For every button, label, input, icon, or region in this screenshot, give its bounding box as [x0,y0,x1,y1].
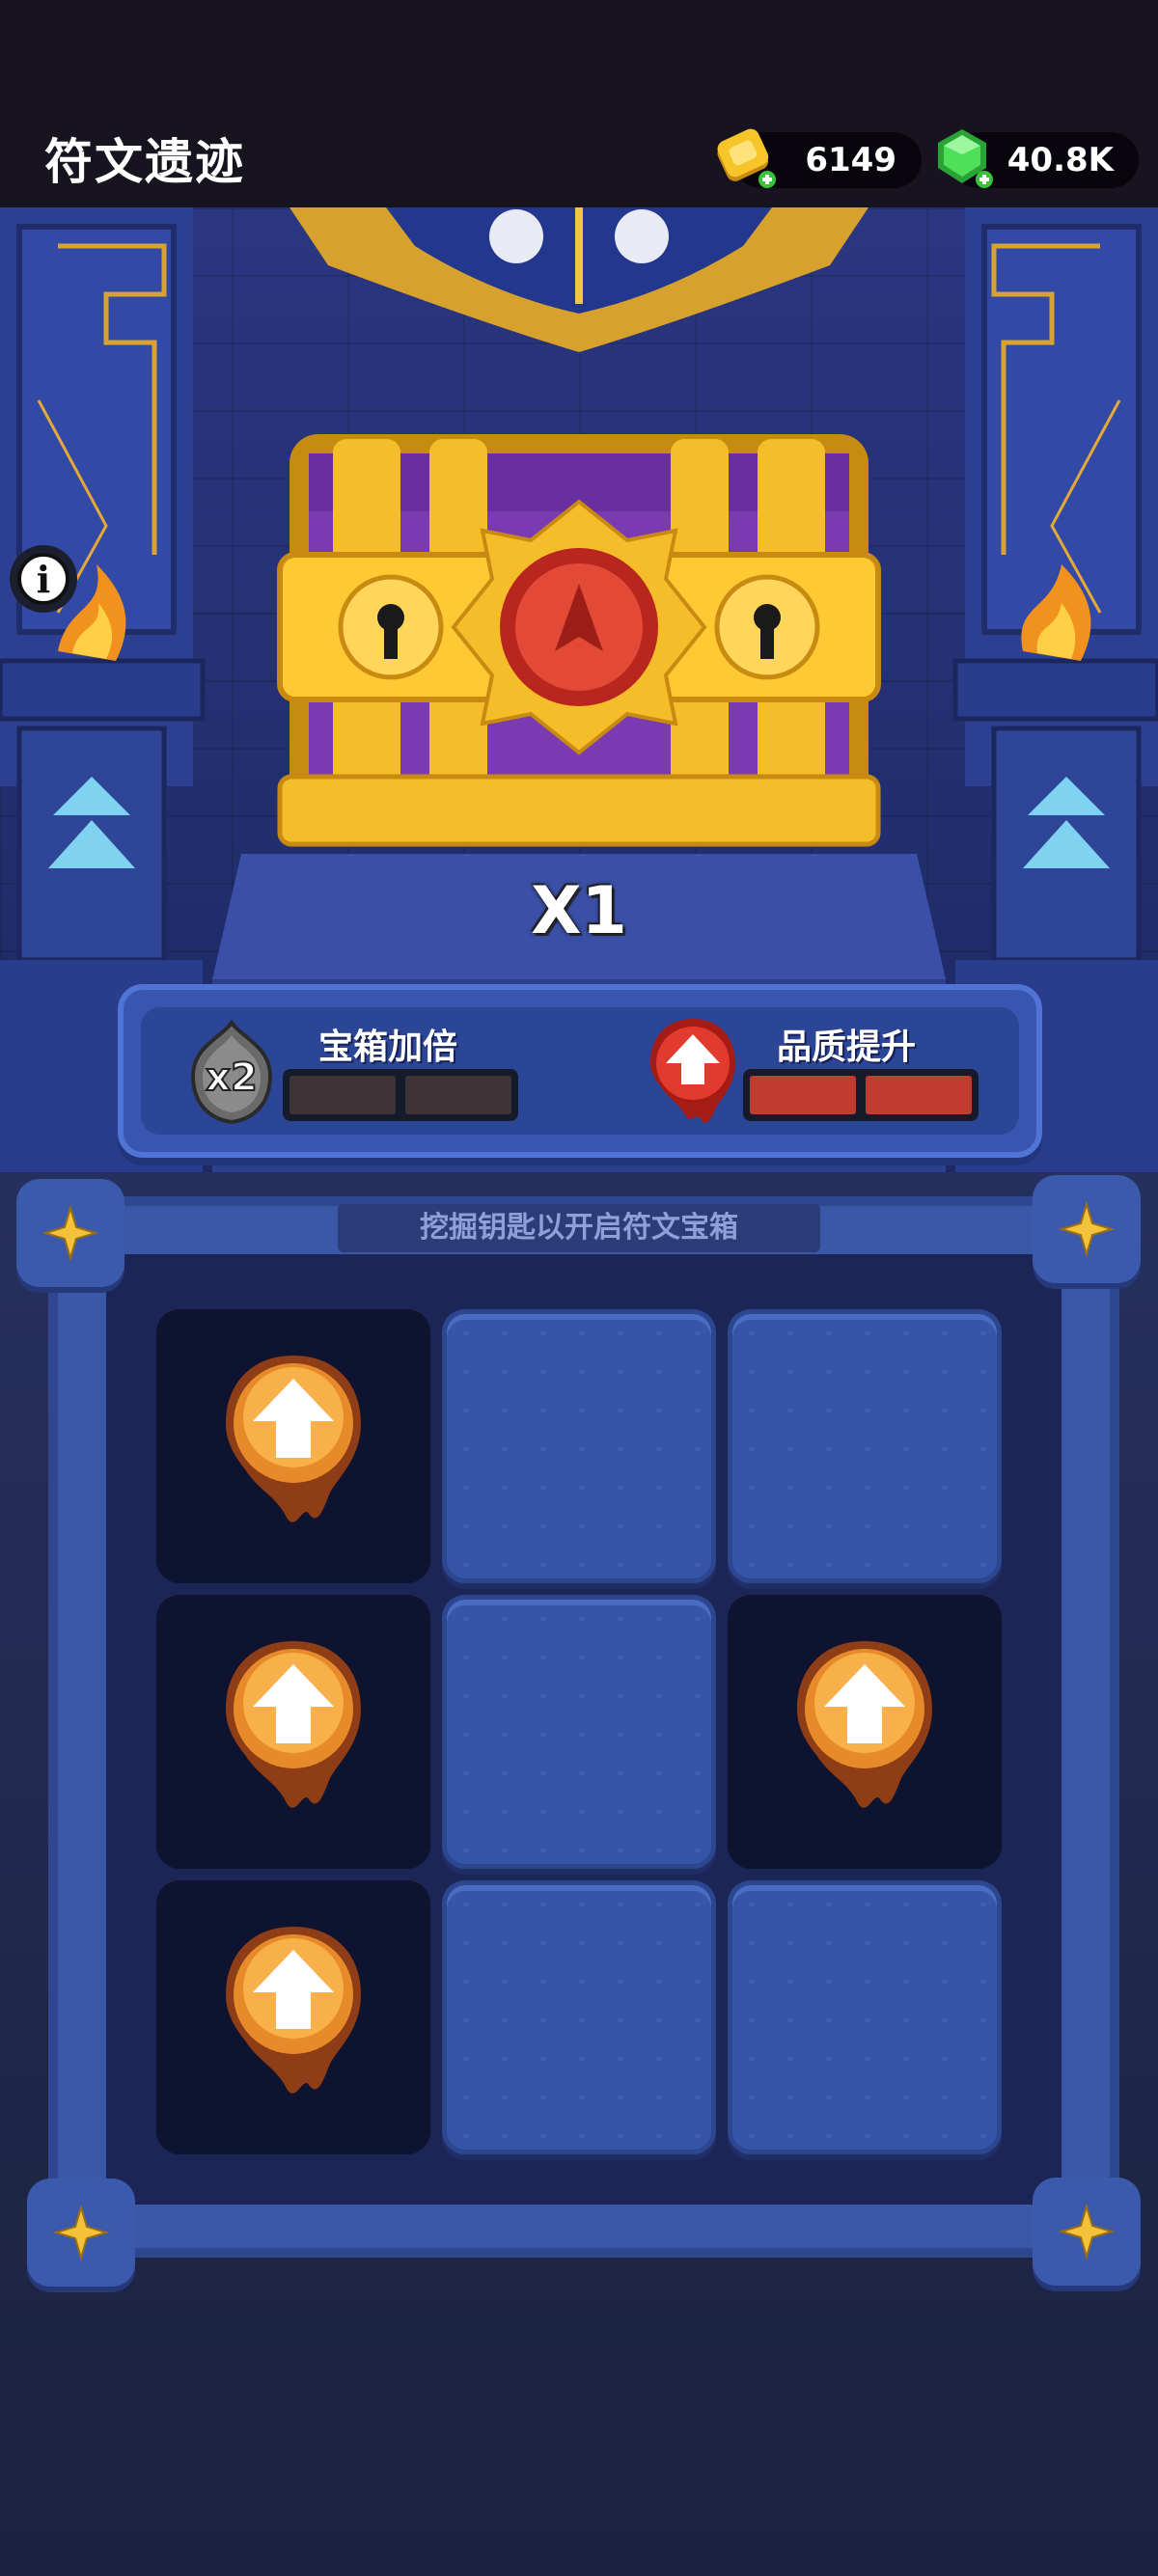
four-point-star-icon [52,2204,110,2261]
quality-up-icon [650,1019,735,1123]
dug-cell[interactable] [156,1880,430,2154]
quality-up-segment-1 [747,1073,859,1117]
chest-double-badge: x2 [206,1055,258,1100]
quality-up-label: 品质提升 [777,1028,917,1067]
rune-treasure-chest[interactable] [277,434,881,847]
info-icon: i [17,553,69,605]
chamber-emblem [290,207,868,352]
board-caption: 挖掘钥匙以开启符文宝箱 [420,1211,738,1245]
covered-dig-cell[interactable] [442,1309,716,1583]
four-point-star-icon [1058,2203,1116,2261]
chest-multiplier: X1 [531,873,627,949]
covered-dig-cell[interactable] [442,1880,716,2154]
quality-up-rune-icon [220,1350,367,1543]
board-corner-top-right [1033,1175,1141,1283]
quality-up-rune-icon [791,1635,938,1828]
quality-up-progress [743,1069,979,1121]
chest-double-segment-1 [287,1073,399,1117]
info-button[interactable]: i [10,545,77,613]
quality-up-rune-icon [220,1635,367,1828]
chest-double-segment-2 [402,1073,514,1117]
quality-up-rune-icon [220,1921,367,2114]
chest-double-label: 宝箱加倍 [318,1028,458,1067]
gem-amount: 40.8K [1006,141,1114,179]
dug-cell[interactable] [728,1595,1002,1869]
green-gem-icon[interactable] [928,123,996,191]
four-point-star-icon [1058,1200,1116,1258]
page-title: 符文遗迹 [44,134,245,190]
covered-dig-cell[interactable] [442,1595,716,1869]
dug-cell[interactable] [156,1595,430,1869]
covered-dig-cell[interactable] [728,1309,1002,1583]
four-point-star-icon [41,1204,99,1262]
gold-coin-icon[interactable] [711,123,779,191]
chest-double-progress [283,1069,518,1121]
dug-cell[interactable] [156,1309,430,1583]
board-corner-bottom-left [27,2179,135,2287]
board-corner-bottom-right [1033,2178,1141,2286]
status-bar [0,0,1158,116]
quality-up-segment-2 [863,1073,975,1117]
board-corner-top-left [16,1179,124,1287]
gold-amount: 6149 [805,141,896,179]
chest-double-icon: x2 [190,1019,273,1125]
covered-dig-cell[interactable] [728,1880,1002,2154]
